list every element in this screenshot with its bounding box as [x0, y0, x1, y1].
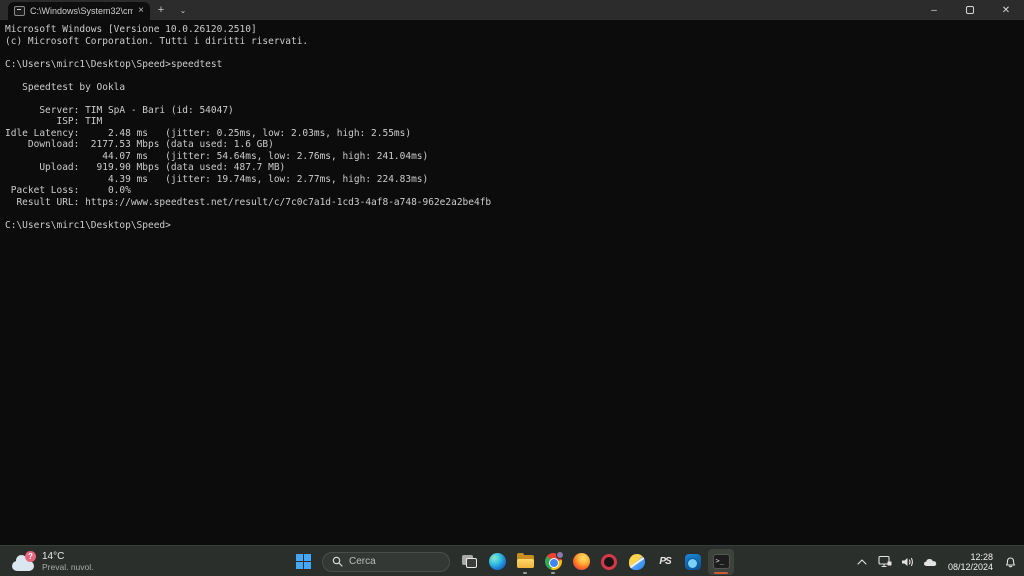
task-view-icon	[462, 555, 477, 568]
clock[interactable]: 12:28 08/12/2024	[946, 552, 995, 572]
playstation-button[interactable]: PS	[652, 549, 678, 575]
tab-title: C:\Windows\System32\cmd.e	[30, 6, 133, 16]
chrome-icon	[545, 553, 562, 570]
paint-button[interactable]	[624, 549, 650, 575]
maximize-button[interactable]	[952, 0, 988, 20]
tab-dropdown-chevron-icon[interactable]: ⌄	[172, 0, 194, 20]
new-tab-button[interactable]: +	[150, 0, 172, 20]
speaker-icon	[901, 556, 915, 568]
clock-time: 12:28	[948, 552, 993, 562]
edge-icon	[489, 553, 506, 570]
maximize-icon	[966, 6, 974, 14]
chrome-button[interactable]	[540, 549, 566, 575]
ethernet-network-icon	[878, 555, 892, 568]
clock-date: 08/12/2024	[948, 562, 993, 572]
terminal-content[interactable]: Microsoft Windows [Versione 10.0.26120.2…	[0, 20, 1024, 545]
playstation-icon: PS	[659, 556, 670, 567]
opera-gx-icon	[601, 554, 617, 570]
terminal-taskbar-button[interactable]: >_	[708, 549, 734, 575]
terminal-output: Microsoft Windows [Versione 10.0.26120.2…	[0, 20, 1024, 231]
search-icon	[332, 556, 343, 567]
search-placeholder: Cerca	[349, 556, 376, 567]
tab-close-icon[interactable]: ×	[138, 6, 144, 16]
running-indicator	[551, 572, 555, 574]
minimize-button[interactable]: –	[916, 0, 952, 20]
file-explorer-button[interactable]	[512, 549, 538, 575]
cloud-icon	[923, 557, 938, 567]
desktop: C:\Windows\System32\cmd.e × + ⌄ – ✕ Micr…	[0, 0, 1024, 576]
weather-widget[interactable]: ? 14°C Preval. nuvol.	[6, 546, 100, 576]
outlook-icon	[685, 554, 701, 570]
running-indicator	[523, 572, 527, 574]
weather-condition: Preval. nuvol.	[42, 562, 94, 572]
weather-temperature: 14°C	[42, 551, 94, 562]
taskbar: ? 14°C Preval. nuvol. Cerca	[0, 545, 1024, 576]
onedrive-button[interactable]	[923, 551, 939, 573]
firefox-button[interactable]	[568, 549, 594, 575]
cloud-weather-icon: ?	[12, 551, 36, 573]
terminal-icon: >_	[713, 554, 730, 569]
start-button[interactable]	[290, 549, 316, 575]
file-explorer-icon	[517, 555, 534, 568]
opera-gx-button[interactable]	[596, 549, 622, 575]
terminal-tab[interactable]: C:\Windows\System32\cmd.e ×	[8, 2, 150, 20]
cmd-icon	[14, 6, 25, 16]
volume-button[interactable]	[900, 551, 916, 573]
chrome-profile-badge	[556, 551, 564, 559]
active-app-indicator	[714, 572, 728, 574]
system-tray: 12:28 08/12/2024	[854, 546, 1020, 576]
tray-overflow-button[interactable]	[854, 551, 870, 573]
windows-logo-icon	[296, 554, 311, 569]
network-button[interactable]	[877, 551, 893, 573]
chevron-up-icon	[857, 559, 867, 565]
task-view-button[interactable]	[456, 549, 482, 575]
weather-alert-badge: ?	[25, 551, 36, 562]
close-button[interactable]: ✕	[988, 0, 1024, 20]
bell-icon	[1004, 555, 1017, 568]
firefox-icon	[573, 553, 590, 570]
taskbar-center: Cerca	[290, 546, 734, 576]
terminal-titlebar: C:\Windows\System32\cmd.e × + ⌄ – ✕	[0, 0, 1024, 20]
search-box[interactable]: Cerca	[322, 552, 450, 572]
outlook-button[interactable]	[680, 549, 706, 575]
notifications-button[interactable]	[1002, 551, 1018, 573]
paint-icon	[629, 554, 645, 570]
window-controls: – ✕	[916, 0, 1024, 20]
edge-button[interactable]	[484, 549, 510, 575]
